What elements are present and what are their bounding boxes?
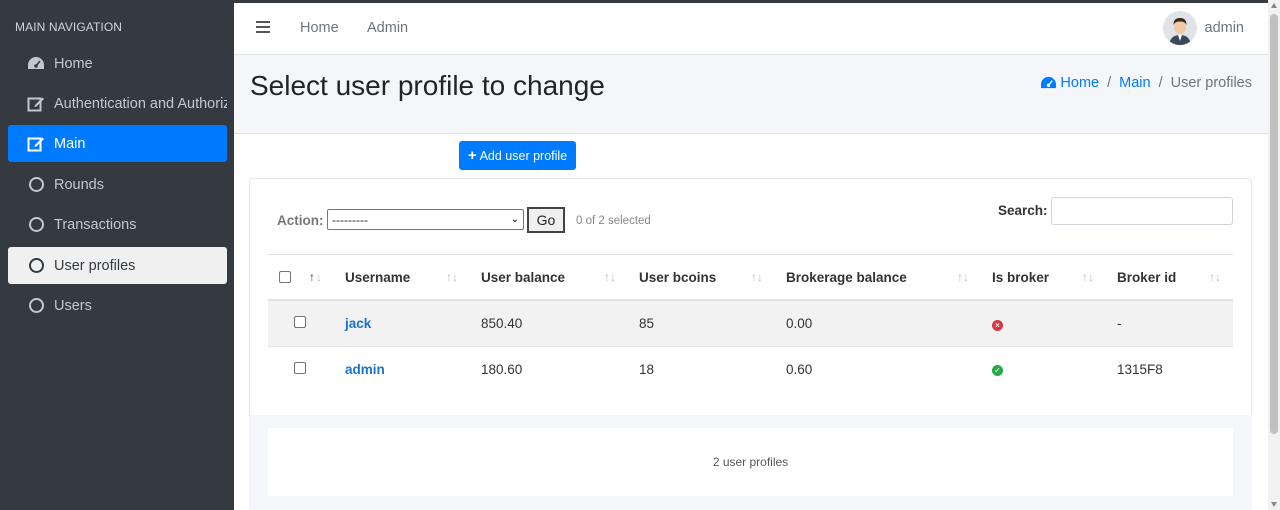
edit-icon bbox=[26, 134, 46, 154]
search-input[interactable] bbox=[1051, 197, 1233, 225]
sort-icon[interactable]: ↑↓ bbox=[446, 270, 458, 284]
breadcrumb-current: User profiles bbox=[1170, 75, 1252, 91]
sort-icon[interactable]: ↑↓ bbox=[957, 270, 969, 284]
table-row bbox=[268, 301, 1233, 346]
avatar bbox=[1162, 11, 1197, 45]
user-menu[interactable]: admin bbox=[1162, 11, 1245, 45]
user-balance-cell: 180.60 bbox=[481, 362, 523, 377]
sidebar-item-rounds[interactable]: Rounds bbox=[8, 166, 227, 203]
sidebar-item-user-profiles[interactable]: User profiles bbox=[8, 247, 227, 284]
sidebar-item-label: Transactions bbox=[54, 216, 137, 233]
breadcrumb: Home / Main / User profiles bbox=[1040, 75, 1252, 91]
breadcrumb-separator: / bbox=[1158, 75, 1163, 91]
dashboard-icon bbox=[26, 54, 46, 74]
row-checkbox[interactable] bbox=[294, 316, 306, 328]
column-header-is-broker[interactable]: Is broker bbox=[992, 270, 1049, 285]
top-link-home[interactable]: Home bbox=[300, 20, 339, 36]
page-title: Select user profile to change bbox=[250, 70, 605, 101]
divider bbox=[234, 133, 1268, 134]
sort-icon[interactable]: ↑↓ bbox=[604, 270, 616, 284]
result-count: 2 user profiles bbox=[268, 428, 1233, 496]
brokerage-balance-cell: 0.60 bbox=[786, 362, 813, 377]
broker-id-cell: - bbox=[1117, 316, 1122, 331]
nav-header: MAIN NAVIGATION bbox=[15, 20, 123, 34]
dashboard-icon bbox=[1041, 76, 1057, 89]
scroll-down-icon[interactable] bbox=[1271, 502, 1277, 507]
user-balance-cell: 850.40 bbox=[481, 316, 523, 331]
divider bbox=[268, 254, 1233, 255]
user-bcoins-cell: 18 bbox=[639, 362, 655, 377]
page-scrollbar[interactable] bbox=[1268, 0, 1280, 510]
sort-desc-icon[interactable]: ↓ bbox=[316, 270, 322, 284]
username-link[interactable]: jack bbox=[345, 316, 371, 331]
sidebar-item-transactions[interactable]: Transactions bbox=[8, 206, 227, 243]
user-bcoins-cell: 85 bbox=[639, 316, 655, 331]
broker-id-cell: 1315F8 bbox=[1117, 362, 1163, 377]
top-link-admin[interactable]: Admin bbox=[367, 20, 408, 36]
sidebar-item-auth[interactable]: Authentication and Authoriz bbox=[8, 85, 227, 122]
sidebar-item-label: Home bbox=[54, 55, 93, 72]
brokerage-balance-cell: 0.00 bbox=[786, 316, 813, 331]
true-icon: ✓ bbox=[992, 365, 1003, 376]
chevron-down-icon: ⌄ bbox=[510, 214, 519, 225]
action-select[interactable]: --------- ⌄ bbox=[327, 209, 524, 230]
sort-icon[interactable]: ↑↓ bbox=[1082, 270, 1094, 284]
column-header-brokerage-balance[interactable]: Brokerage balance bbox=[786, 270, 907, 285]
breadcrumb-main[interactable]: Main bbox=[1119, 75, 1150, 91]
breadcrumb-separator: / bbox=[1107, 75, 1112, 91]
sidebar-item-label: User profiles bbox=[54, 257, 136, 274]
add-user-profile-button[interactable]: + Add user profile bbox=[459, 141, 576, 170]
sidebar-item-home[interactable]: Home bbox=[8, 45, 227, 82]
column-header-username[interactable]: Username bbox=[345, 270, 410, 285]
selected-count: 0 of 2 selected bbox=[576, 215, 651, 227]
edit-icon bbox=[26, 94, 46, 114]
sort-asc-icon[interactable]: ↑ bbox=[309, 270, 315, 284]
circle-icon bbox=[26, 296, 46, 316]
scroll-thumb[interactable] bbox=[1270, 14, 1278, 434]
select-all-checkbox[interactable] bbox=[279, 271, 291, 283]
sidebar-item-label: Main bbox=[54, 135, 86, 152]
sidebar-item-main[interactable]: Main bbox=[8, 125, 227, 162]
action-label: Action: bbox=[277, 213, 324, 228]
sidebar-item-users[interactable]: Users bbox=[8, 287, 227, 324]
sidebar: MAIN NAVIGATION Home Authentication and … bbox=[0, 0, 234, 510]
username-link[interactable]: admin bbox=[345, 362, 385, 377]
sidebar-item-label: Authentication and Authoriz bbox=[54, 95, 227, 112]
search-label: Search: bbox=[998, 203, 1048, 218]
sort-icon[interactable]: ↑↓ bbox=[751, 270, 763, 284]
sidebar-item-label: Rounds bbox=[54, 176, 104, 193]
column-header-user-bcoins[interactable]: User bcoins bbox=[639, 270, 716, 285]
menu-toggle-icon[interactable] bbox=[256, 21, 270, 34]
plus-icon: + bbox=[467, 147, 477, 164]
sidebar-item-label: Users bbox=[54, 297, 92, 314]
go-button[interactable]: Go bbox=[527, 207, 565, 233]
circle-icon bbox=[26, 175, 46, 195]
circle-icon bbox=[26, 256, 46, 276]
divider bbox=[268, 346, 1233, 347]
breadcrumb-home[interactable]: Home bbox=[1040, 75, 1099, 91]
row-checkbox[interactable] bbox=[294, 362, 306, 374]
column-header-broker-id[interactable]: Broker id bbox=[1117, 270, 1176, 285]
scroll-up-icon[interactable] bbox=[1271, 3, 1277, 8]
topbar: Home Admin admin bbox=[234, 0, 1268, 55]
user-name: admin bbox=[1204, 20, 1245, 36]
column-header-user-balance[interactable]: User balance bbox=[481, 270, 565, 285]
false-icon: × bbox=[992, 320, 1003, 331]
sort-icon[interactable]: ↑↓ bbox=[1209, 270, 1221, 284]
circle-icon bbox=[26, 215, 46, 235]
